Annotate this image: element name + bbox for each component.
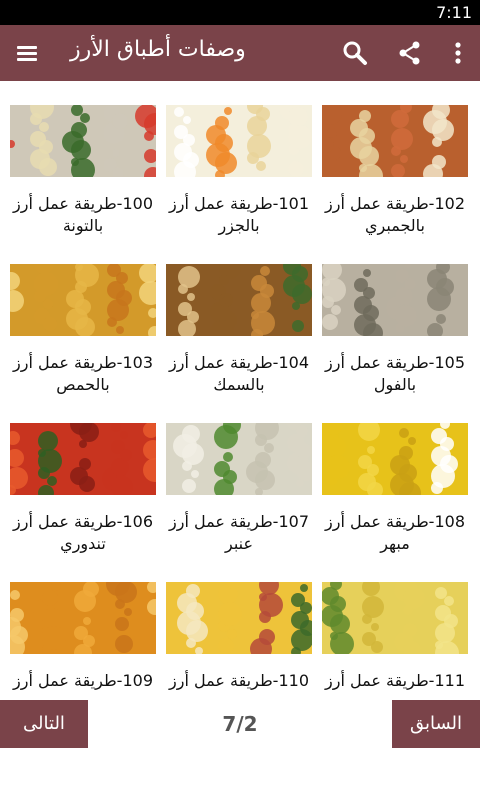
recipe-image: [322, 582, 468, 654]
recipe-title: 109-طريقة عمل أرز: [13, 671, 153, 690]
recipe-card[interactable]: 103-طريقة عمل أرز بالحمص: [10, 264, 156, 404]
recipe-card[interactable]: 105-طريقة عمل أرز بالفول: [322, 264, 468, 404]
app-bar: وصفات أطباق الأرز: [0, 25, 480, 81]
recipe-title: 105-طريقة عمل أرز بالفول: [325, 353, 465, 394]
pagination-bar: التالى 7/2 السابق: [0, 700, 480, 800]
recipe-title: 100-طريقة عمل أرز بالتونة: [13, 194, 153, 235]
recipe-image: [322, 105, 468, 177]
recipe-card[interactable]: 100-طريقة عمل أرز بالتونة: [10, 105, 156, 245]
recipe-card[interactable]: 111-طريقة عمل أرز: [322, 582, 468, 700]
recipe-image: [322, 264, 468, 336]
recipe-title: 103-طريقة عمل أرز بالحمص: [13, 353, 153, 394]
recipe-image: [10, 105, 156, 177]
recipe-card[interactable]: 104-طريقة عمل أرز بالسمك: [166, 264, 312, 404]
recipe-title: 110-طريقة عمل أرز: [169, 671, 309, 690]
recipe-image: [166, 105, 312, 177]
recipe-title: 106-طريقة عمل أرز تندوري: [13, 512, 153, 553]
recipe-title: 107-طريقة عمل أرز عنبر: [169, 512, 309, 553]
recipe-image: [10, 582, 156, 654]
recipe-card[interactable]: 101-طريقة عمل أرز بالجزر: [166, 105, 312, 245]
recipe-title: 102-طريقة عمل أرز بالجمبري: [325, 194, 465, 235]
share-icon[interactable]: [396, 39, 424, 67]
recipe-image: [166, 264, 312, 336]
recipe-title: 101-طريقة عمل أرز بالجزر: [169, 194, 309, 235]
recipe-card[interactable]: 102-طريقة عمل أرز بالجمبري: [322, 105, 468, 245]
recipe-card[interactable]: 106-طريقة عمل أرز تندوري: [10, 423, 156, 563]
recipe-card[interactable]: 107-طريقة عمل أرز عنبر: [166, 423, 312, 563]
prev-button[interactable]: السابق: [392, 700, 480, 748]
recipe-image: [322, 423, 468, 495]
recipe-card[interactable]: 109-طريقة عمل أرز: [10, 582, 156, 700]
status-bar: 7:11: [0, 0, 480, 25]
page-title: وصفات أطباق الأرز: [70, 37, 246, 62]
more-vert-icon[interactable]: [444, 39, 472, 67]
status-time: 7:11: [436, 3, 472, 22]
recipe-title: 104-طريقة عمل أرز بالسمك: [169, 353, 309, 394]
recipe-card[interactable]: 110-طريقة عمل أرز: [166, 582, 312, 700]
search-icon[interactable]: [341, 39, 369, 67]
recipe-title: 108-طريقة عمل أرز مبهر: [325, 512, 465, 553]
recipe-image: [166, 582, 312, 654]
recipe-list[interactable]: 102-طريقة عمل أرز بالجمبري 101-طريقة عمل…: [0, 81, 480, 700]
recipe-title: 111-طريقة عمل أرز: [325, 671, 465, 690]
recipe-card[interactable]: 108-طريقة عمل أرز مبهر: [322, 423, 468, 563]
recipe-image: [166, 423, 312, 495]
menu-icon[interactable]: [14, 41, 40, 65]
recipe-image: [10, 264, 156, 336]
recipe-image: [10, 423, 156, 495]
